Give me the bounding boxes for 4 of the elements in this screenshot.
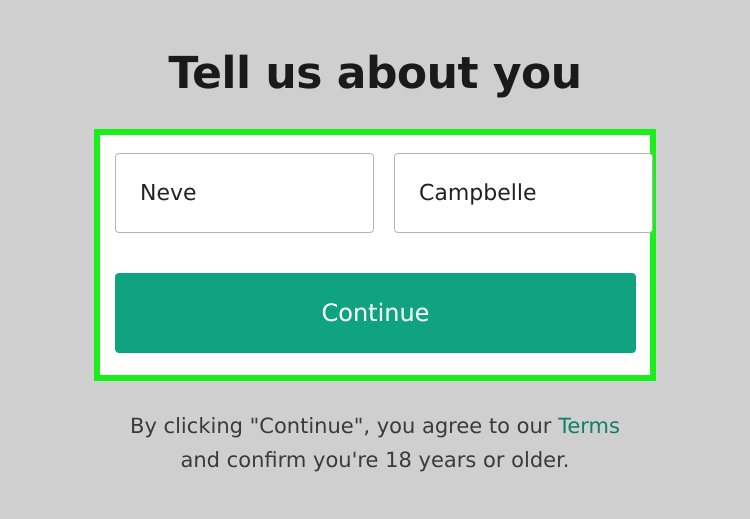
page-heading: Tell us about you: [168, 47, 582, 101]
input-field[interactable]: Neve: [115, 153, 374, 233]
terms-notice: By clicking "Continue", you agree to our Terms and confirm you're 18 years or older.: [130, 413, 620, 474]
input-field[interactable]: Campbelle: [394, 153, 653, 233]
